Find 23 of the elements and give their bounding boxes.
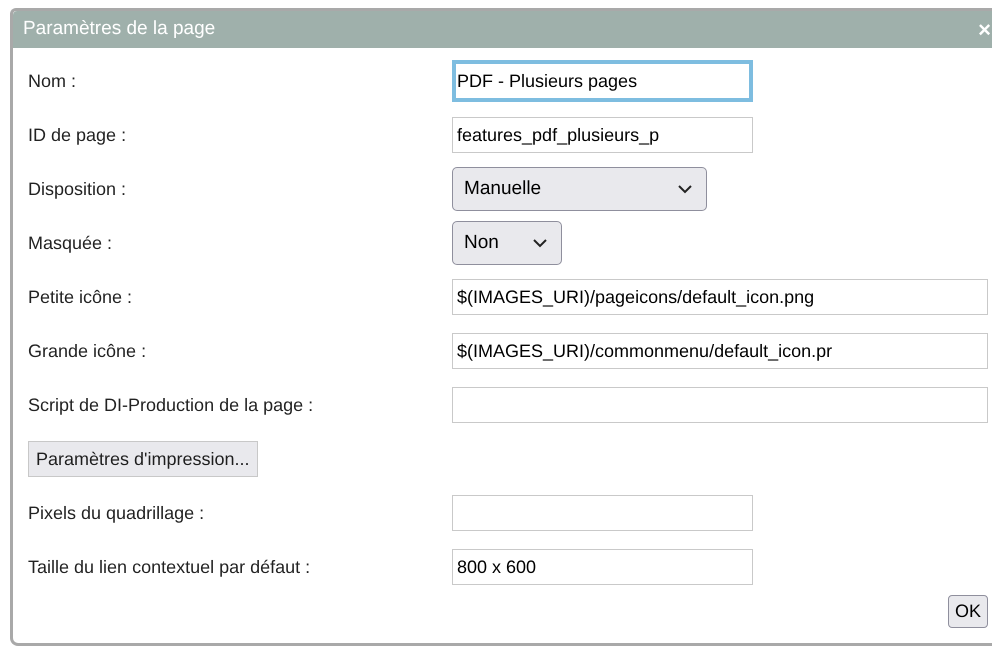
- field-label: ID de page :: [28, 124, 128, 147]
- chevron-down-icon: [533, 238, 547, 248]
- field-label: Taille du lien contextuel par défaut :: [28, 556, 312, 579]
- input-field[interactable]: $(IMAGES_URI)/pageicons/default_icon.png: [452, 279, 988, 315]
- dropdown[interactable]: Manuelle: [452, 167, 707, 211]
- dialog-title: Paramètres de la page: [23, 17, 216, 42]
- field-label: Script de DI-Production de la page :: [28, 394, 314, 417]
- input-field[interactable]: 800 x 600: [452, 549, 753, 585]
- field-label: Disposition :: [28, 178, 128, 201]
- chevron-down-icon: [678, 184, 692, 194]
- input-field[interactable]: $(IMAGES_URI)/commonmenu/default_icon.pr: [452, 333, 988, 369]
- ok-button[interactable]: OK: [948, 595, 988, 628]
- field-label: Nom :: [28, 70, 78, 92]
- input-field[interactable]: [452, 495, 753, 531]
- field-label: Petite icône :: [28, 286, 134, 308]
- field-label: Pixels du quadrillage :: [28, 502, 206, 525]
- input-field[interactable]: [452, 387, 988, 423]
- field-label: Masquée :: [28, 232, 114, 255]
- field-label: Grande icône :: [28, 340, 148, 362]
- input-field[interactable]: PDF - Plusieurs pages: [452, 60, 753, 102]
- print-settings-button[interactable]: Paramètres d'impression...: [28, 441, 258, 477]
- dropdown[interactable]: Non: [452, 221, 562, 265]
- input-field[interactable]: features_pdf_plusieurs_p: [452, 117, 753, 153]
